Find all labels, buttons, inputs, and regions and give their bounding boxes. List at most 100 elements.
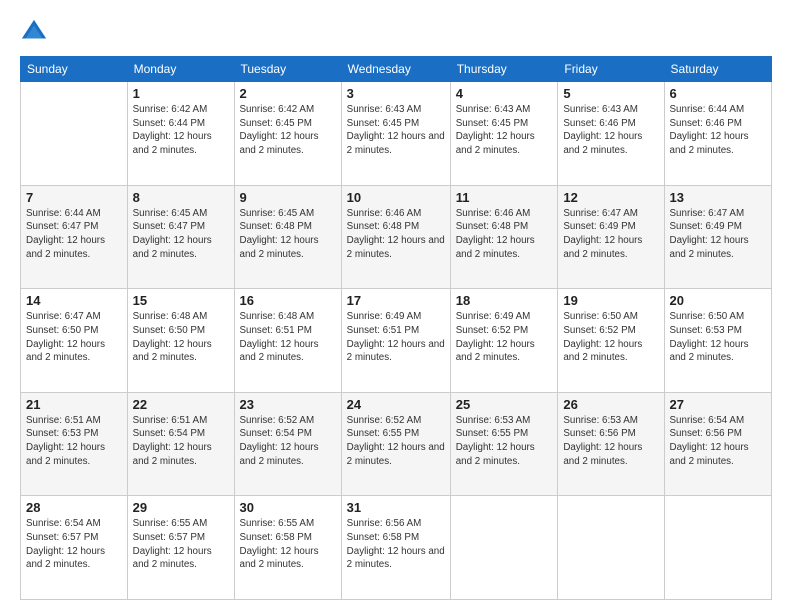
day-number: 1 <box>133 86 229 101</box>
day-header-monday: Monday <box>127 57 234 82</box>
calendar-cell: 10 Sunrise: 6:46 AM Sunset: 6:48 PM Dayli… <box>341 185 450 289</box>
day-info: Sunrise: 6:54 AM Sunset: 6:56 PM Dayligh… <box>670 414 766 469</box>
calendar-cell: 12 Sunrise: 6:47 AM Sunset: 6:49 PM Dayli… <box>558 185 664 289</box>
calendar-cell <box>664 496 771 600</box>
calendar-cell: 4 Sunrise: 6:43 AM Sunset: 6:45 PM Daylig… <box>450 82 558 186</box>
day-info: Sunrise: 6:47 AM Sunset: 6:49 PM Dayligh… <box>670 207 766 262</box>
calendar-cell: 5 Sunrise: 6:43 AM Sunset: 6:46 PM Daylig… <box>558 82 664 186</box>
logo-icon <box>20 18 48 46</box>
day-info: Sunrise: 6:52 AM Sunset: 6:54 PM Dayligh… <box>240 414 336 469</box>
calendar-cell: 14 Sunrise: 6:47 AM Sunset: 6:50 PM Dayli… <box>21 289 128 393</box>
calendar-cell: 22Sunrise: 6:51 AM Sunset: 6:54 PM Dayli… <box>127 392 234 496</box>
calendar-cell: 16Sunrise: 6:48 AM Sunset: 6:51 PM Dayli… <box>234 289 341 393</box>
day-number: 4 <box>456 86 553 101</box>
calendar-cell: 24 Sunrise: 6:52 AM Sunset: 6:55 PM Dayli… <box>341 392 450 496</box>
day-number: 26 <box>563 397 658 412</box>
day-info: Sunrise: 6:42 AM Sunset: 6:45 PM Dayligh… <box>240 103 336 158</box>
day-info: Sunrise: 6:49 AM Sunset: 6:51 PM Dayligh… <box>347 310 445 365</box>
calendar-cell: 30 Sunrise: 6:55 AM Sunset: 6:58 PM Dayli… <box>234 496 341 600</box>
day-number: 15 <box>133 293 229 308</box>
day-number: 13 <box>670 190 766 205</box>
day-info: Sunrise: 6:43 AM Sunset: 6:46 PM Dayligh… <box>563 103 658 158</box>
week-row-2: 7 Sunrise: 6:44 AM Sunset: 6:47 PM Daylig… <box>21 185 772 289</box>
page: SundayMondayTuesdayWednesdayThursdayFrid… <box>0 0 792 612</box>
day-number: 3 <box>347 86 445 101</box>
day-info: Sunrise: 6:55 AM Sunset: 6:57 PM Dayligh… <box>133 517 229 572</box>
day-number: 31 <box>347 500 445 515</box>
calendar-cell: 25 Sunrise: 6:53 AM Sunset: 6:55 PM Dayli… <box>450 392 558 496</box>
day-info: Sunrise: 6:43 AM Sunset: 6:45 PM Dayligh… <box>456 103 553 158</box>
calendar-cell: 23Sunrise: 6:52 AM Sunset: 6:54 PM Dayli… <box>234 392 341 496</box>
day-info: Sunrise: 6:53 AM Sunset: 6:55 PM Dayligh… <box>456 414 553 469</box>
day-number: 14 <box>26 293 122 308</box>
day-info: Sunrise: 6:51 AM Sunset: 6:53 PM Dayligh… <box>26 414 122 469</box>
week-row-4: 21Sunrise: 6:51 AM Sunset: 6:53 PM Dayli… <box>21 392 772 496</box>
day-number: 28 <box>26 500 122 515</box>
day-number: 10 <box>347 190 445 205</box>
calendar-cell <box>450 496 558 600</box>
day-info: Sunrise: 6:44 AM Sunset: 6:47 PM Dayligh… <box>26 207 122 262</box>
day-number: 8 <box>133 190 229 205</box>
day-header-thursday: Thursday <box>450 57 558 82</box>
calendar-cell: 27 Sunrise: 6:54 AM Sunset: 6:56 PM Dayli… <box>664 392 771 496</box>
day-number: 25 <box>456 397 553 412</box>
calendar-cell: 17 Sunrise: 6:49 AM Sunset: 6:51 PM Dayli… <box>341 289 450 393</box>
calendar-cell: 15Sunrise: 6:48 AM Sunset: 6:50 PM Dayli… <box>127 289 234 393</box>
day-info: Sunrise: 6:47 AM Sunset: 6:50 PM Dayligh… <box>26 310 122 365</box>
day-info: Sunrise: 6:44 AM Sunset: 6:46 PM Dayligh… <box>670 103 766 158</box>
calendar-cell: 21Sunrise: 6:51 AM Sunset: 6:53 PM Dayli… <box>21 392 128 496</box>
header <box>20 18 772 46</box>
day-number: 30 <box>240 500 336 515</box>
calendar-cell: 28Sunrise: 6:54 AM Sunset: 6:57 PM Dayli… <box>21 496 128 600</box>
calendar-cell: 31 Sunrise: 6:56 AM Sunset: 6:58 PM Dayli… <box>341 496 450 600</box>
day-info: Sunrise: 6:45 AM Sunset: 6:48 PM Dayligh… <box>240 207 336 262</box>
day-info: Sunrise: 6:49 AM Sunset: 6:52 PM Dayligh… <box>456 310 553 365</box>
calendar-cell: 20 Sunrise: 6:50 AM Sunset: 6:53 PM Dayli… <box>664 289 771 393</box>
calendar-cell <box>21 82 128 186</box>
calendar-cell: 26 Sunrise: 6:53 AM Sunset: 6:56 PM Dayli… <box>558 392 664 496</box>
day-info: Sunrise: 6:43 AM Sunset: 6:45 PM Dayligh… <box>347 103 445 158</box>
calendar-cell: 13 Sunrise: 6:47 AM Sunset: 6:49 PM Dayli… <box>664 185 771 289</box>
day-info: Sunrise: 6:55 AM Sunset: 6:58 PM Dayligh… <box>240 517 336 572</box>
day-info: Sunrise: 6:46 AM Sunset: 6:48 PM Dayligh… <box>347 207 445 262</box>
day-number: 11 <box>456 190 553 205</box>
day-number: 2 <box>240 86 336 101</box>
day-info: Sunrise: 6:52 AM Sunset: 6:55 PM Dayligh… <box>347 414 445 469</box>
calendar-cell: 29 Sunrise: 6:55 AM Sunset: 6:57 PM Dayli… <box>127 496 234 600</box>
calendar-cell: 6 Sunrise: 6:44 AM Sunset: 6:46 PM Daylig… <box>664 82 771 186</box>
day-number: 29 <box>133 500 229 515</box>
logo <box>20 18 52 46</box>
calendar-table: SundayMondayTuesdayWednesdayThursdayFrid… <box>20 56 772 600</box>
day-header-sunday: Sunday <box>21 57 128 82</box>
day-info: Sunrise: 6:56 AM Sunset: 6:58 PM Dayligh… <box>347 517 445 572</box>
day-info: Sunrise: 6:46 AM Sunset: 6:48 PM Dayligh… <box>456 207 553 262</box>
day-info: Sunrise: 6:50 AM Sunset: 6:53 PM Dayligh… <box>670 310 766 365</box>
day-header-friday: Friday <box>558 57 664 82</box>
day-number: 12 <box>563 190 658 205</box>
calendar-cell: 3 Sunrise: 6:43 AM Sunset: 6:45 PM Daylig… <box>341 82 450 186</box>
calendar-header-row: SundayMondayTuesdayWednesdayThursdayFrid… <box>21 57 772 82</box>
calendar-cell: 2 Sunrise: 6:42 AM Sunset: 6:45 PM Daylig… <box>234 82 341 186</box>
calendar-cell <box>558 496 664 600</box>
calendar-cell: 8Sunrise: 6:45 AM Sunset: 6:47 PM Daylig… <box>127 185 234 289</box>
calendar-cell: 19 Sunrise: 6:50 AM Sunset: 6:52 PM Dayli… <box>558 289 664 393</box>
day-info: Sunrise: 6:50 AM Sunset: 6:52 PM Dayligh… <box>563 310 658 365</box>
day-number: 18 <box>456 293 553 308</box>
day-number: 19 <box>563 293 658 308</box>
day-number: 20 <box>670 293 766 308</box>
week-row-5: 28Sunrise: 6:54 AM Sunset: 6:57 PM Dayli… <box>21 496 772 600</box>
day-header-wednesday: Wednesday <box>341 57 450 82</box>
day-number: 9 <box>240 190 336 205</box>
day-number: 24 <box>347 397 445 412</box>
day-info: Sunrise: 6:53 AM Sunset: 6:56 PM Dayligh… <box>563 414 658 469</box>
day-number: 27 <box>670 397 766 412</box>
day-number: 17 <box>347 293 445 308</box>
day-info: Sunrise: 6:48 AM Sunset: 6:51 PM Dayligh… <box>240 310 336 365</box>
day-number: 5 <box>563 86 658 101</box>
day-number: 22 <box>133 397 229 412</box>
day-number: 7 <box>26 190 122 205</box>
day-info: Sunrise: 6:47 AM Sunset: 6:49 PM Dayligh… <box>563 207 658 262</box>
calendar-cell: 9 Sunrise: 6:45 AM Sunset: 6:48 PM Daylig… <box>234 185 341 289</box>
calendar-cell: 1Sunrise: 6:42 AM Sunset: 6:44 PM Daylig… <box>127 82 234 186</box>
day-number: 6 <box>670 86 766 101</box>
